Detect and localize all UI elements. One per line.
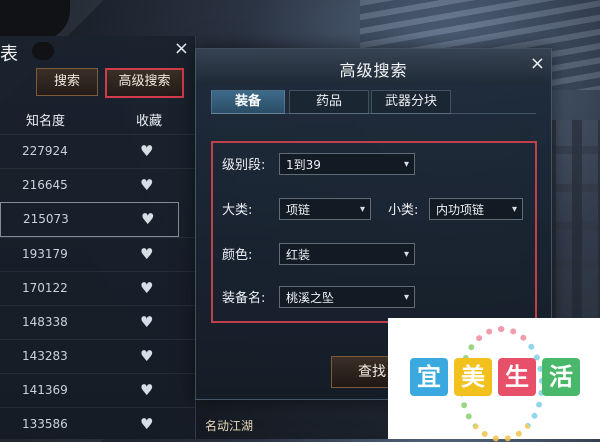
table-row[interactable]: 143283 ♥	[0, 339, 195, 373]
tab-medicine[interactable]: 药品	[289, 90, 369, 114]
ranking-list-window: 表 × 搜索 高级搜索 知名度 收藏 227924 ♥ 216645 ♥ 215…	[0, 36, 196, 439]
equipment-name-select[interactable]: 桃溪之坠 ▾	[279, 286, 415, 308]
chevron-down-icon: ▾	[359, 204, 365, 215]
color-select[interactable]: 红装 ▾	[279, 243, 415, 265]
table-row[interactable]: 141369 ♥	[0, 373, 195, 407]
watermark-char: 宜	[410, 358, 448, 396]
level-select[interactable]: 1到39 ▾	[279, 153, 415, 175]
minor-class-value: 内功项链	[436, 203, 485, 217]
tab-equipment[interactable]: 装备	[211, 90, 285, 114]
fame-value: 227924	[22, 144, 68, 158]
heart-icon[interactable]: ♥	[140, 347, 153, 365]
fame-value: 148338	[22, 315, 68, 329]
column-fame[interactable]: 知名度	[26, 110, 65, 129]
table-row[interactable]: 193179 ♥	[0, 237, 195, 271]
watermark-char: 美	[454, 358, 492, 396]
chevron-down-icon: ▾	[403, 159, 409, 170]
table-row[interactable]: 148338 ♥	[0, 305, 195, 339]
equipment-name-label: 装备名:	[222, 291, 266, 306]
heart-icon[interactable]: ♥	[140, 245, 153, 263]
heart-icon[interactable]: ♥	[140, 142, 153, 160]
major-class-value: 项链	[286, 203, 311, 217]
fame-value: 143283	[22, 349, 68, 363]
list-title: 表	[0, 44, 18, 65]
heart-icon[interactable]: ♥	[141, 210, 154, 228]
table-row[interactable]: 133586 ♥	[0, 407, 195, 441]
color-label: 颜色:	[222, 248, 253, 263]
fame-value: 133586	[22, 417, 68, 431]
table-row[interactable]: 170122 ♥	[0, 271, 195, 305]
chevron-down-icon: ▾	[403, 249, 409, 260]
fame-value: 141369	[22, 383, 68, 397]
advanced-search-button[interactable]: 高级搜索	[105, 68, 184, 98]
watermark-char: 生	[498, 358, 536, 396]
watermark-char: 活	[542, 358, 580, 396]
search-button[interactable]: 搜索	[36, 68, 98, 96]
tab-divider	[211, 113, 536, 114]
table-row[interactable]: 227924 ♥	[0, 134, 195, 168]
level-label: 级别段:	[222, 158, 266, 173]
major-class-label: 大类:	[222, 203, 253, 218]
minor-class-label: 小类:	[388, 203, 419, 218]
equipment-name-value: 桃溪之坠	[286, 291, 335, 305]
heart-icon[interactable]: ♥	[140, 415, 153, 433]
table-row-selected[interactable]: 215073 ♥	[0, 202, 179, 237]
chevron-down-icon: ▾	[403, 292, 409, 303]
list-toolbar: 搜索 高级搜索	[0, 68, 195, 102]
level-value: 1到39	[286, 158, 321, 172]
fame-value: 170122	[22, 281, 68, 295]
list-column-header: 知名度 收藏	[0, 102, 195, 134]
tab-weapon-parts[interactable]: 武器分块	[371, 90, 451, 114]
search-form-panel: 级别段: 1到39 ▾ 大类: 项链 ▾ 小类: 内功项链 ▾ 颜色: 红装 ▾…	[211, 141, 537, 323]
heart-icon[interactable]: ♥	[140, 279, 153, 297]
fame-value: 215073	[23, 212, 69, 226]
color-value: 红装	[286, 248, 311, 262]
heart-icon[interactable]: ♥	[140, 176, 153, 194]
list-titlebar: 表 ×	[0, 36, 195, 68]
dialog-title: 高级搜索	[339, 61, 408, 80]
bottom-status-label: 名动江湖	[205, 419, 254, 433]
fame-value: 216645	[22, 178, 68, 192]
minor-class-select[interactable]: 内功项链 ▾	[429, 198, 523, 220]
background-figure	[0, 0, 70, 40]
heart-icon[interactable]: ♥	[140, 313, 153, 331]
fame-value: 193179	[22, 247, 68, 261]
dialog-titlebar[interactable]: 高级搜索 ×	[196, 49, 551, 85]
chevron-down-icon: ▾	[511, 204, 517, 215]
heart-icon[interactable]: ♥	[140, 381, 153, 399]
table-row[interactable]: 216645 ♥	[0, 168, 195, 202]
watermark-logo: 宜 美 生 活	[388, 318, 600, 442]
dialog-close-icon[interactable]: ×	[530, 53, 545, 74]
title-decoration	[32, 42, 54, 60]
major-class-select[interactable]: 项链 ▾	[279, 198, 371, 220]
column-favorite[interactable]: 收藏	[136, 110, 162, 129]
list-close-icon[interactable]: ×	[174, 38, 189, 59]
